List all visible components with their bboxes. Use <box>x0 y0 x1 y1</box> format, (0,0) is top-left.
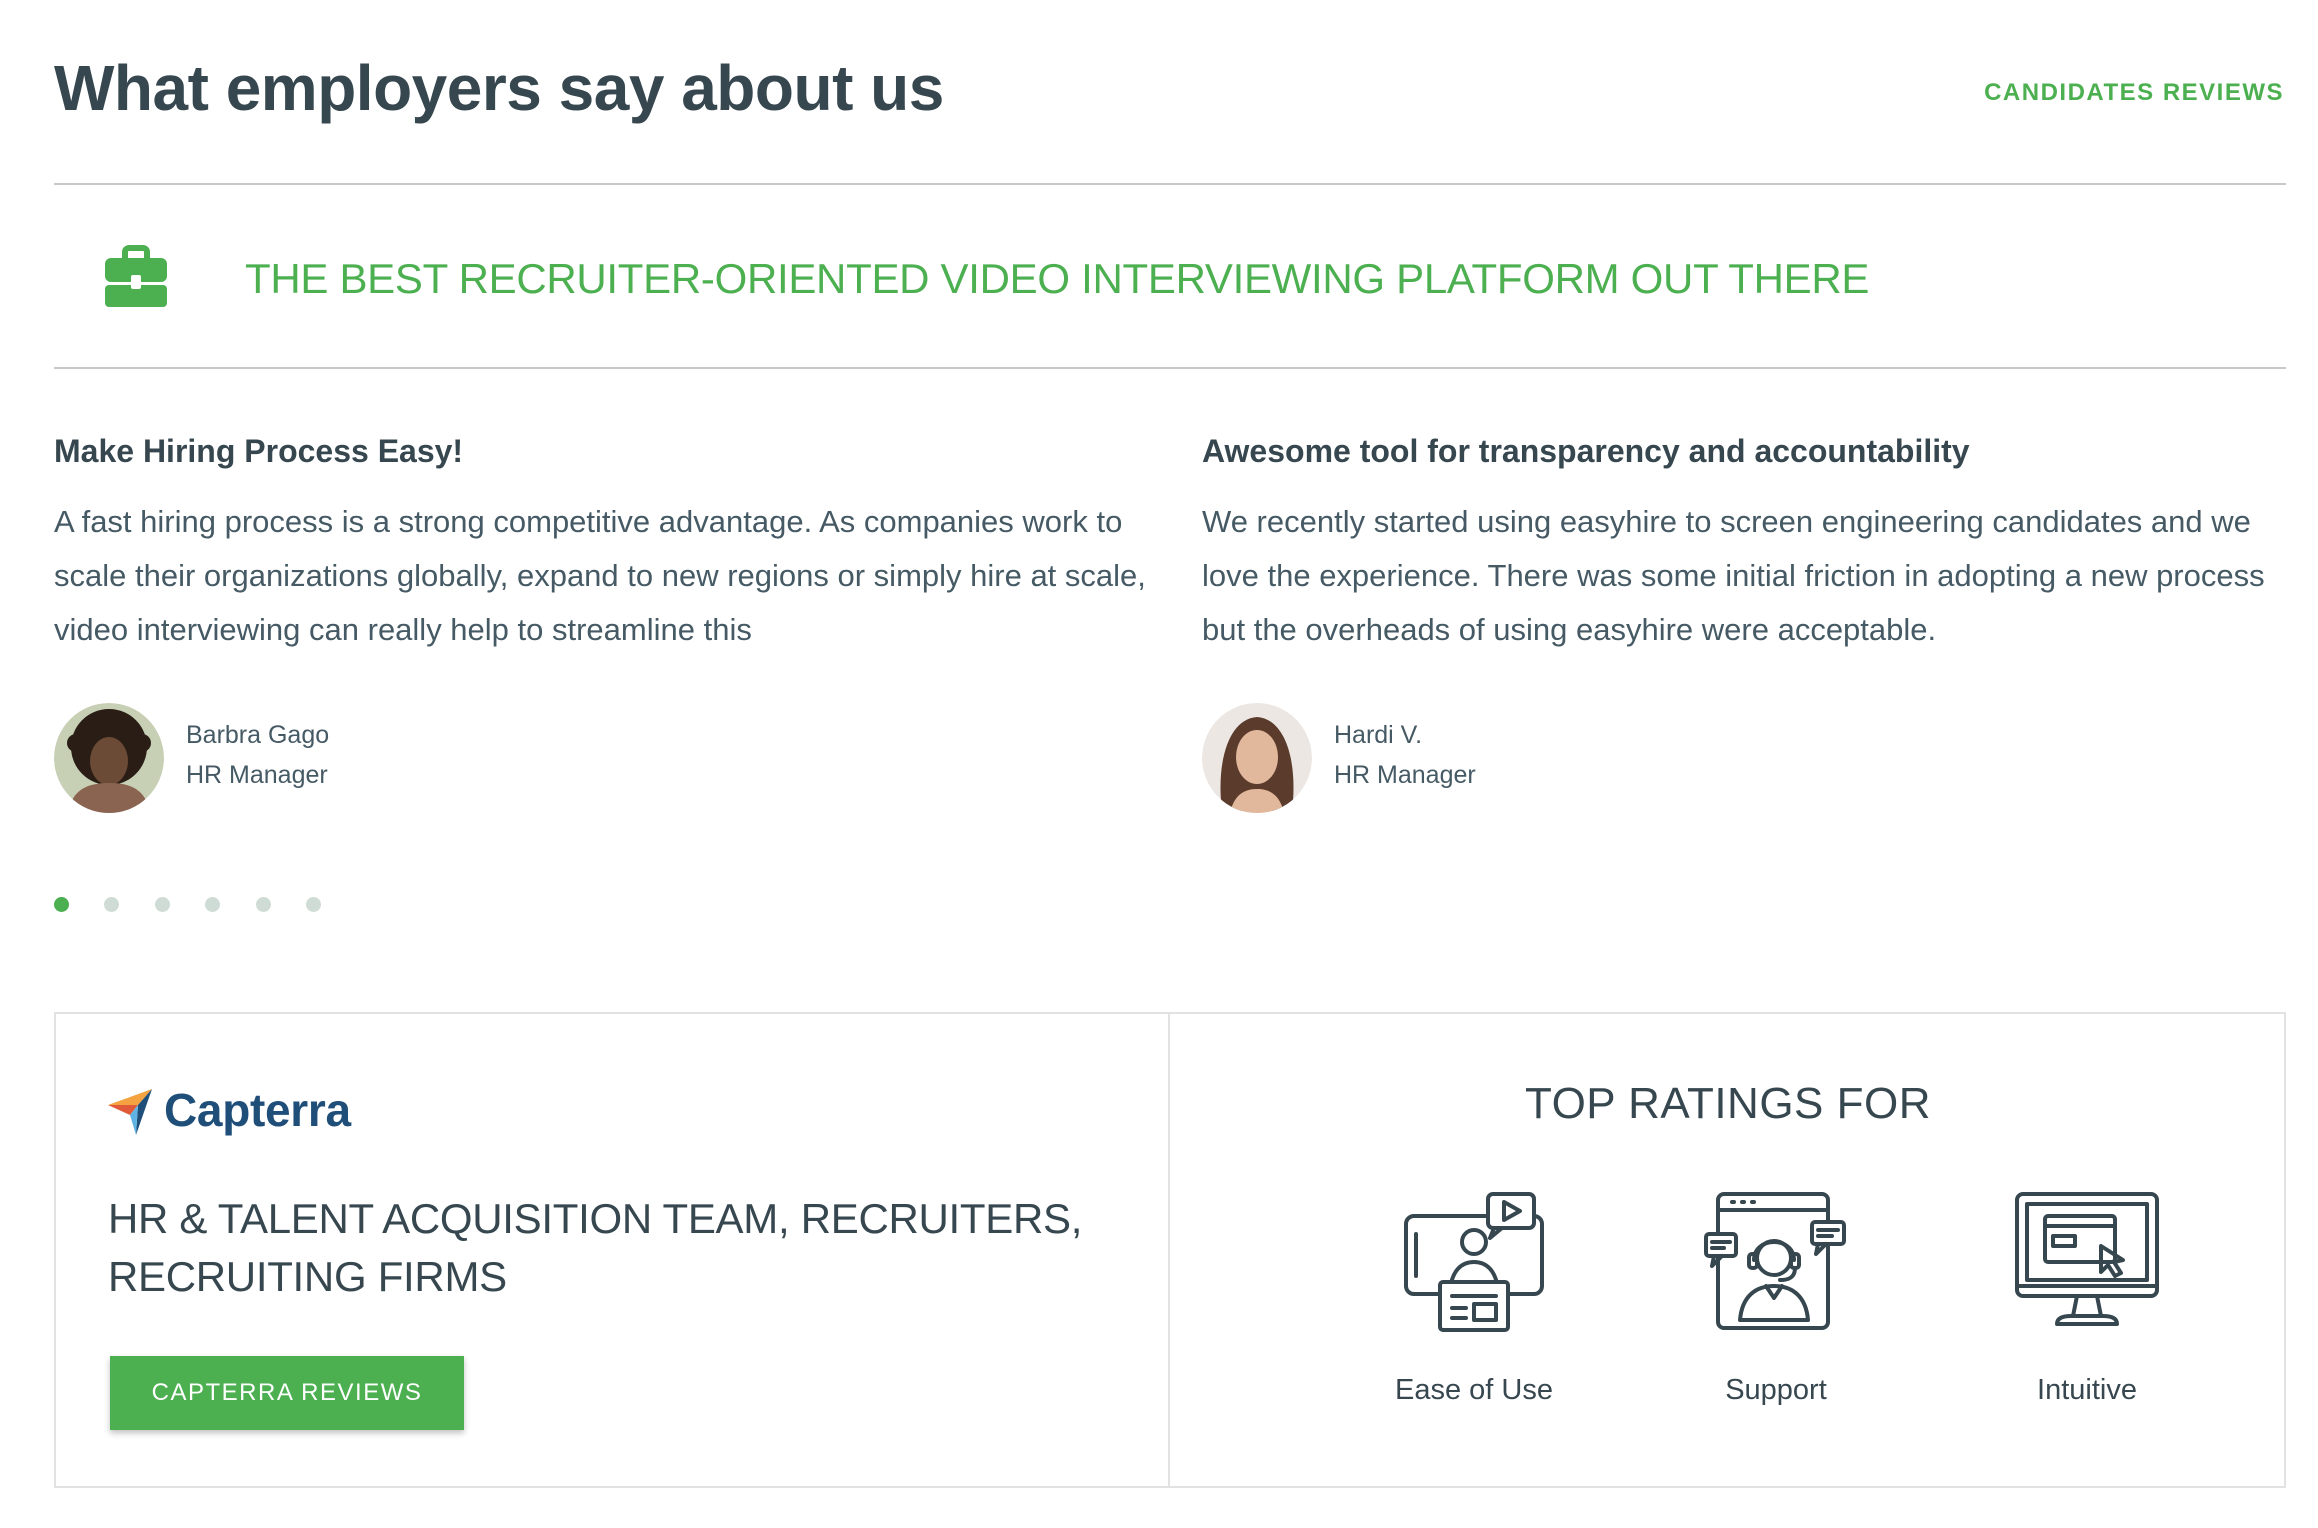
top-ratings-panel: TOP RATINGS FOR Ease of Use Support Intu… <box>1172 1014 2284 1486</box>
review-card: Make Hiring Process Easy! A fast hiring … <box>54 425 1164 657</box>
briefcase-icon <box>105 245 167 307</box>
review-body: A fast hiring process is a strong compet… <box>54 504 1146 647</box>
author-role: HR Manager <box>186 761 328 789</box>
carousel-dot[interactable] <box>155 897 170 912</box>
top-ratings-title: TOP RATINGS FOR <box>1525 1079 1931 1128</box>
author-role: HR Manager <box>1334 761 1476 789</box>
review-title: Awesome tool for transparency and accoun… <box>1202 433 1970 469</box>
rating-intuitive: Intuitive <box>1957 1190 2217 1408</box>
capterra-reviews-button[interactable]: CAPTERRA REVIEWS <box>110 1356 464 1430</box>
rating-support: Support <box>1646 1190 1906 1408</box>
review-title: Make Hiring Process Easy! <box>54 433 464 469</box>
rating-label: Support <box>1725 1374 1827 1406</box>
divider <box>54 367 2286 369</box>
rating-label: Intuitive <box>2037 1374 2137 1406</box>
rating-label: Ease of Use <box>1395 1374 1553 1406</box>
capterra-panel: Capterra HR & TALENT ACQUISITION TEAM, R… <box>56 1014 1170 1486</box>
carousel-dot[interactable] <box>256 897 271 912</box>
rating-ease-of-use: Ease of Use <box>1344 1190 1604 1408</box>
capterra-logo: Capterra <box>106 1080 351 1140</box>
capterra-logo-text: Capterra <box>164 1084 351 1136</box>
author-name: Hardi V. <box>1334 721 1423 749</box>
capterra-arrow-icon <box>108 1089 152 1135</box>
carousel-dot[interactable] <box>205 897 220 912</box>
author-name: Barbra Gago <box>186 721 330 749</box>
audience-text: HR & TALENT ACQUISITION TEAM, RECRUITERS… <box>108 1195 1083 1300</box>
review-card: Awesome tool for transparency and accoun… <box>1202 425 2312 657</box>
candidates-reviews-link[interactable]: CANDIDATES REVIEWS <box>1984 78 2284 108</box>
divider <box>54 183 2286 185</box>
monitor-cursor-icon <box>2015 1192 2159 1326</box>
carousel-dot[interactable] <box>104 897 119 912</box>
page-title: What employers say about us <box>54 52 944 124</box>
review-body: We recently started using easyhire to sc… <box>1202 504 2265 647</box>
banner-tagline: THE BEST RECRUITER-ORIENTED VIDEO INTERV… <box>245 255 1870 302</box>
avatar <box>54 703 164 813</box>
avatar <box>1202 703 1312 813</box>
ratings-box: Capterra HR & TALENT ACQUISITION TEAM, R… <box>54 1012 2286 1488</box>
support-agent-icon <box>1704 1192 1846 1330</box>
video-interview-icon <box>1404 1192 1544 1332</box>
carousel-dot[interactable] <box>306 897 321 912</box>
carousel-dot[interactable] <box>54 897 69 912</box>
section-header: What employers say about us CANDIDATES R… <box>54 48 2284 128</box>
